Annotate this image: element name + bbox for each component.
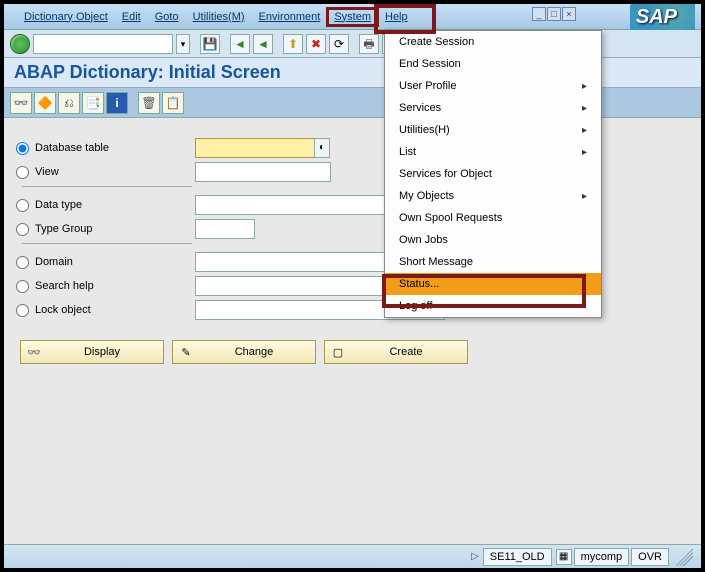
- label-search-help: Search help: [35, 280, 195, 292]
- status-icon[interactable]: ▦: [556, 549, 572, 565]
- menu-own-spool-requests[interactable]: Own Spool Requests: [385, 207, 601, 229]
- system-menu-dropdown: Create Session End Session User Profile▸…: [384, 30, 602, 318]
- radio-lock-object[interactable]: [16, 304, 29, 317]
- close-icon[interactable]: ×: [562, 7, 576, 21]
- hierarchy-icon[interactable]: 📑: [82, 92, 104, 114]
- restore-icon[interactable]: □: [547, 7, 561, 21]
- window-controls: _ □ ×: [532, 7, 576, 21]
- menu-utilities-h[interactable]: Utilities(H)▸: [385, 119, 601, 141]
- label-lock-object: Lock object: [35, 304, 195, 316]
- pencil-icon: ✎: [179, 346, 193, 359]
- label-data-type: Data type: [35, 199, 195, 211]
- separator: [22, 243, 192, 244]
- label-domain: Domain: [35, 256, 195, 268]
- radio-type-group[interactable]: [16, 223, 29, 236]
- menu-utilities[interactable]: Utilities(M): [187, 9, 251, 25]
- menubar: Dictionary Object Edit Goto Utilities(M)…: [4, 4, 701, 30]
- minimize-icon[interactable]: _: [532, 7, 546, 21]
- label-type-group: Type Group: [35, 223, 195, 235]
- status-host: mycomp: [574, 548, 630, 566]
- menu-log-off[interactable]: Log off: [385, 295, 601, 317]
- menu-status[interactable]: Status...: [385, 273, 601, 295]
- save-icon[interactable]: 💾: [200, 34, 220, 54]
- menu-user-profile[interactable]: User Profile▸: [385, 75, 601, 97]
- menu-system[interactable]: System: [328, 9, 377, 25]
- status-ovr: OVR: [631, 548, 669, 566]
- resize-grip-icon[interactable]: [675, 548, 693, 566]
- menu-services[interactable]: Services▸: [385, 97, 601, 119]
- f4-help-icon[interactable]: ◐: [314, 138, 330, 158]
- change-button-label: Change: [199, 346, 309, 358]
- separator: [22, 186, 192, 187]
- copy-icon[interactable]: 📋: [162, 92, 184, 114]
- menu: Dictionary Object Edit Goto Utilities(M)…: [4, 9, 414, 25]
- glasses-icon: 👓: [27, 346, 41, 359]
- menu-list[interactable]: List▸: [385, 141, 601, 163]
- back-icon[interactable]: ◄: [230, 34, 250, 54]
- radio-domain[interactable]: [16, 256, 29, 269]
- refresh-icon[interactable]: ⟳: [329, 34, 349, 54]
- create-button-label: Create: [351, 346, 461, 358]
- where-used-icon[interactable]: ⎌: [58, 92, 80, 114]
- display-button-label: Display: [47, 346, 157, 358]
- status-program: SE11_OLD: [483, 548, 552, 566]
- radio-view[interactable]: [16, 166, 29, 179]
- display-icon[interactable]: 👓: [10, 92, 32, 114]
- radio-data-type[interactable]: [16, 199, 29, 212]
- menu-short-message[interactable]: Short Message: [385, 251, 601, 273]
- change-button[interactable]: ✎ Change: [172, 340, 316, 364]
- label-view: View: [35, 166, 195, 178]
- input-database-table[interactable]: [195, 138, 315, 158]
- radio-database-table[interactable]: [16, 142, 29, 155]
- delete-icon[interactable]: 🗑: [138, 92, 160, 114]
- activate-icon[interactable]: 🔶: [34, 92, 56, 114]
- display-button[interactable]: 👓 Display: [20, 340, 164, 364]
- menu-goto[interactable]: Goto: [149, 9, 185, 25]
- input-type-group[interactable]: [195, 219, 255, 239]
- info-icon[interactable]: i: [106, 92, 128, 114]
- enter-icon[interactable]: [10, 34, 30, 54]
- sap-logo: SAP: [630, 4, 695, 30]
- menu-own-jobs[interactable]: Own Jobs: [385, 229, 601, 251]
- menu-my-objects[interactable]: My Objects▸: [385, 185, 601, 207]
- cancel-icon[interactable]: ✖: [306, 34, 326, 54]
- command-dropdown-icon[interactable]: ▾: [176, 34, 190, 54]
- menu-create-session[interactable]: Create Session: [385, 31, 601, 53]
- up-icon[interactable]: ⬆: [283, 34, 303, 54]
- menu-services-for-object[interactable]: Services for Object: [385, 163, 601, 185]
- status-bar: ▷ SE11_OLD ▦ mycomp OVR: [4, 544, 701, 568]
- blank-page-icon: ▢: [331, 346, 345, 359]
- exit-icon[interactable]: ◄: [253, 34, 273, 54]
- label-database-table: Database table: [35, 142, 195, 154]
- input-view[interactable]: [195, 162, 331, 182]
- menu-help[interactable]: Help: [379, 9, 414, 25]
- app-window: Dictionary Object Edit Goto Utilities(M)…: [0, 0, 705, 572]
- print-icon[interactable]: 🖶: [359, 34, 379, 54]
- button-row: 👓 Display ✎ Change ▢ Create: [16, 340, 689, 364]
- menu-environment[interactable]: Environment: [253, 9, 327, 25]
- menu-dictionary-object[interactable]: Dictionary Object: [18, 9, 114, 25]
- menu-edit[interactable]: Edit: [116, 9, 147, 25]
- command-field[interactable]: [33, 34, 173, 54]
- radio-search-help[interactable]: [16, 280, 29, 293]
- status-expand-icon[interactable]: ▷: [469, 551, 481, 562]
- create-button[interactable]: ▢ Create: [324, 340, 468, 364]
- menu-end-session[interactable]: End Session: [385, 53, 601, 75]
